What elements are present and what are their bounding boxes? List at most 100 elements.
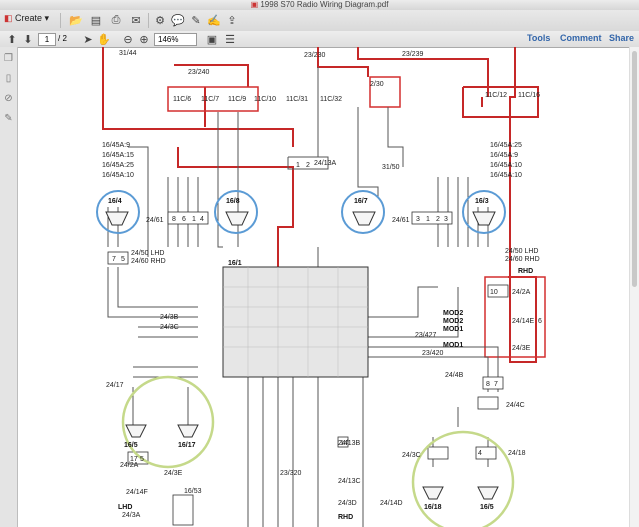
fit-page-icon[interactable]: ▣ (204, 32, 220, 46)
speaker-label-16-8: 16/8 (226, 198, 240, 205)
highlight-rear-speakers-right (411, 430, 515, 527)
conn-6-rhd: 6 (538, 318, 542, 325)
print-icon[interactable]: ⎙ (108, 13, 124, 28)
comment-icon[interactable]: 💬 (170, 13, 186, 28)
save-icon[interactable]: ▤ (88, 13, 104, 28)
label-24-18: 24/18 (508, 450, 526, 457)
label-16-53: 16/53 (184, 488, 202, 495)
zoom-out-icon[interactable]: ⊖ (120, 32, 136, 46)
sign-icon[interactable]: ✍ (206, 13, 222, 28)
right-signal-3: 16/45A:10 (490, 162, 522, 169)
label-24-4b: 24/4B (445, 372, 464, 379)
label-11c-9: 11C/9 (228, 96, 246, 103)
conn-2: 2 (306, 162, 310, 169)
pdf-icon: ▣ (250, 0, 261, 9)
right-signal-4: 16/45A:10 (490, 172, 522, 179)
label-11c-6: 11C/6 (173, 96, 191, 103)
conn-8-lower: 8 (486, 381, 490, 388)
label-11c-7: 11C/7 (201, 96, 219, 103)
label-24-61-right: 24/61 (392, 217, 410, 224)
right-signal-1: 16/45A:25 (490, 142, 522, 149)
conn-1: 1 (296, 162, 300, 169)
conn-4-lower: 4 (478, 450, 482, 457)
separator (148, 13, 149, 28)
label-24-3a: 24/3A (122, 512, 141, 519)
zoom-level-field[interactable]: 146% (154, 33, 197, 46)
label-mod2-a: MOD2 (443, 310, 463, 317)
label-24-3b: 24/3B (160, 314, 179, 321)
conn-6-left: 6 (182, 216, 186, 223)
highlight-rear-speakers-left (121, 375, 215, 469)
main-toolbar: ◧ Create ▾ 📂 ▤ ⎙ ✉ ⚙ 💬 ✎ ✍ ⇪ (0, 10, 639, 32)
navigation-pane: ❐ ▯ ⊘ ✎ (0, 47, 18, 527)
share-doc-icon[interactable]: ⇪ (224, 13, 240, 28)
speaker-label-16-17: 16/17 (178, 442, 196, 449)
separator (60, 13, 61, 28)
document-view[interactable]: 31/44 23/240 23/230 23/239 2/30 11C/6 11… (18, 47, 629, 527)
label-11c-16: 11C/16 (518, 92, 540, 99)
comment-link[interactable]: Comment (560, 33, 602, 43)
right-signal-2: 16/45A:9 (490, 152, 518, 159)
zoom-in-icon[interactable]: ⊕ (136, 32, 152, 46)
label-24-61-left: 24/61 (146, 217, 164, 224)
label-24-14e: 24/14E (512, 318, 535, 325)
label-24-14f: 24/14F (126, 489, 148, 496)
left-signal-3: 16/45A:25 (102, 162, 134, 169)
conn-2-right: 2 (436, 216, 440, 223)
label-11c-12: 11C/12 (485, 92, 507, 99)
page-down-icon[interactable]: ⬇ (20, 32, 36, 46)
email-icon[interactable]: ✉ (128, 13, 144, 28)
navigation-toolbar: ⬆ ⬇ 1 / 2 ➤ ✋ ⊖ ⊕ 146% ▣ ☰ Tools Comment… (0, 31, 639, 48)
left-signal-4: 16/45A:10 (102, 172, 134, 179)
speaker-label-16-5-rear: 16/5 (480, 504, 494, 511)
conn-8-left: 8 (172, 216, 176, 223)
label-rhd-lower: RHD (338, 514, 353, 521)
label-31-44: 31/44 (119, 50, 137, 57)
scroll-mode-icon[interactable]: ☰ (222, 32, 238, 46)
conn-5-left: 5 (121, 256, 125, 263)
label-23-320: 23/320 (280, 470, 302, 477)
scrollbar-thumb[interactable] (632, 51, 637, 287)
label-mod1-a: MOD1 (443, 326, 463, 333)
label-24-60-rhd-left: 24/60 RHD (131, 258, 166, 265)
highlight-icon[interactable]: ✎ (188, 13, 204, 28)
window-title: 1998 S70 Radio Wiring Diagram.pdf (260, 0, 389, 9)
label-24-13c: 24/13C (338, 478, 361, 485)
signatures-icon[interactable]: ✎ (3, 113, 14, 124)
hand-tool-icon[interactable]: ✋ (96, 32, 112, 46)
open-folder-icon[interactable]: 📂 (68, 13, 84, 28)
label-23-230: 23/230 (304, 52, 326, 59)
left-signal-1: 16/45A:9 (102, 142, 130, 149)
conn-3b-right: 3 (444, 216, 448, 223)
label-24-60-rhd-right: 24/60 RHD (505, 256, 540, 263)
share-link[interactable]: Share (609, 33, 634, 43)
tools-link[interactable]: Tools (527, 33, 550, 43)
create-icon: ◧ (4, 13, 13, 23)
conn-3-right: 3 (416, 216, 420, 223)
label-11c-31: 11C/31 (286, 96, 308, 103)
create-button[interactable]: ◧ Create ▾ (4, 13, 49, 24)
settings-icon[interactable]: ⚙ (152, 13, 168, 28)
label-11c-10: 11C/10 (254, 96, 276, 103)
speaker-label-16-18: 16/18 (424, 504, 442, 511)
speaker-label-16-7: 16/7 (354, 198, 368, 205)
conn-10: 10 (490, 289, 498, 296)
label-24-3e: 24/3E (512, 345, 531, 352)
conn-14: 14 (340, 440, 348, 447)
label-16-1: 16/1 (228, 260, 242, 267)
label-23-420: 23/420 (422, 350, 444, 357)
page-up-icon[interactable]: ⬆ (4, 32, 20, 46)
select-tool-icon[interactable]: ➤ (80, 32, 96, 46)
bookmarks-icon[interactable]: ▯ (3, 73, 14, 84)
vertical-scrollbar[interactable] (629, 47, 639, 527)
conn-1-right: 1 (426, 216, 430, 223)
page-number-input[interactable]: 1 (38, 33, 56, 46)
attachments-icon[interactable]: ⊘ (3, 93, 14, 104)
label-mod2-b: MOD2 (443, 318, 463, 325)
label-24-2a-lower: 24/2A (120, 462, 139, 469)
label-24-17: 24/17 (106, 382, 124, 389)
speaker-label-16-5: 16/5 (124, 442, 138, 449)
conn-4-left: 4 (200, 216, 204, 223)
pages-panel-icon[interactable]: ❐ (3, 53, 14, 64)
label-24-14d: 24/14D (380, 500, 403, 507)
